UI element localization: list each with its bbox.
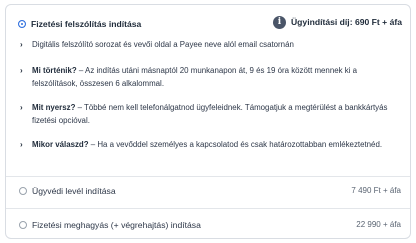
detail-item: › Mit nyersz? – Többé nem kell telefonál… xyxy=(20,101,400,128)
divider xyxy=(6,208,410,209)
payment-reminder-radio[interactable] xyxy=(18,20,26,28)
detail-text: – Többé nem kell telefonálgatnod ügyfele… xyxy=(32,102,388,126)
lawyer-letter-price: 7 490 Ft + áfa xyxy=(351,186,401,195)
option-payment-order[interactable]: Fizetési meghagyás (+ végrehajtás) indít… xyxy=(6,218,410,232)
chevron-right-icon: › xyxy=(20,40,23,49)
case-fee-label: Ügyindítási díj: 690 Ft + áfa xyxy=(290,17,402,27)
info-icon[interactable]: i xyxy=(273,16,286,29)
detail-item: › Digitális felszólító sorozat és vevői … xyxy=(20,38,400,52)
detail-item: › Mikor válaszd? – Ha a vevőddel személy… xyxy=(20,138,400,152)
detail-lead: Mi történik? xyxy=(32,65,77,75)
lawyer-letter-radio[interactable] xyxy=(19,187,27,195)
detail-item: › Mi történik? – Az indítás utáni másnap… xyxy=(20,64,400,91)
chevron-right-icon: › xyxy=(20,65,23,75)
option-lawyer-letter[interactable]: Ügyvédi levél indítása xyxy=(6,184,410,198)
detail-lead: Mikor válaszd? xyxy=(32,139,89,149)
payment-order-title: Fizetési meghagyás (+ végrehajtás) indít… xyxy=(32,220,201,230)
payment-options-card: Fizetési felszólítás indítása i Ügyindít… xyxy=(5,4,411,239)
chevron-right-icon: › xyxy=(20,102,23,112)
detail-text: – Az indítás utáni másnaptól 20 munkanap… xyxy=(32,65,358,89)
payment-order-price: 22 990 + áfa xyxy=(356,220,401,229)
payment-order-radio[interactable] xyxy=(19,221,27,229)
payment-reminder-details: › Digitális felszólító sorozat és vevői … xyxy=(20,38,400,151)
detail-text: Digitális felszólító sorozat és vevői ol… xyxy=(32,40,294,49)
chevron-right-icon: › xyxy=(20,139,23,149)
detail-text: – Ha a vevőddel személyes a kapcsolatod … xyxy=(88,139,383,149)
divider xyxy=(6,176,410,177)
detail-lead: Mit nyersz? xyxy=(32,102,76,112)
lawyer-letter-title: Ügyvédi levél indítása xyxy=(32,186,116,196)
payment-reminder-title: Fizetési felszólítás indítása xyxy=(31,19,142,29)
